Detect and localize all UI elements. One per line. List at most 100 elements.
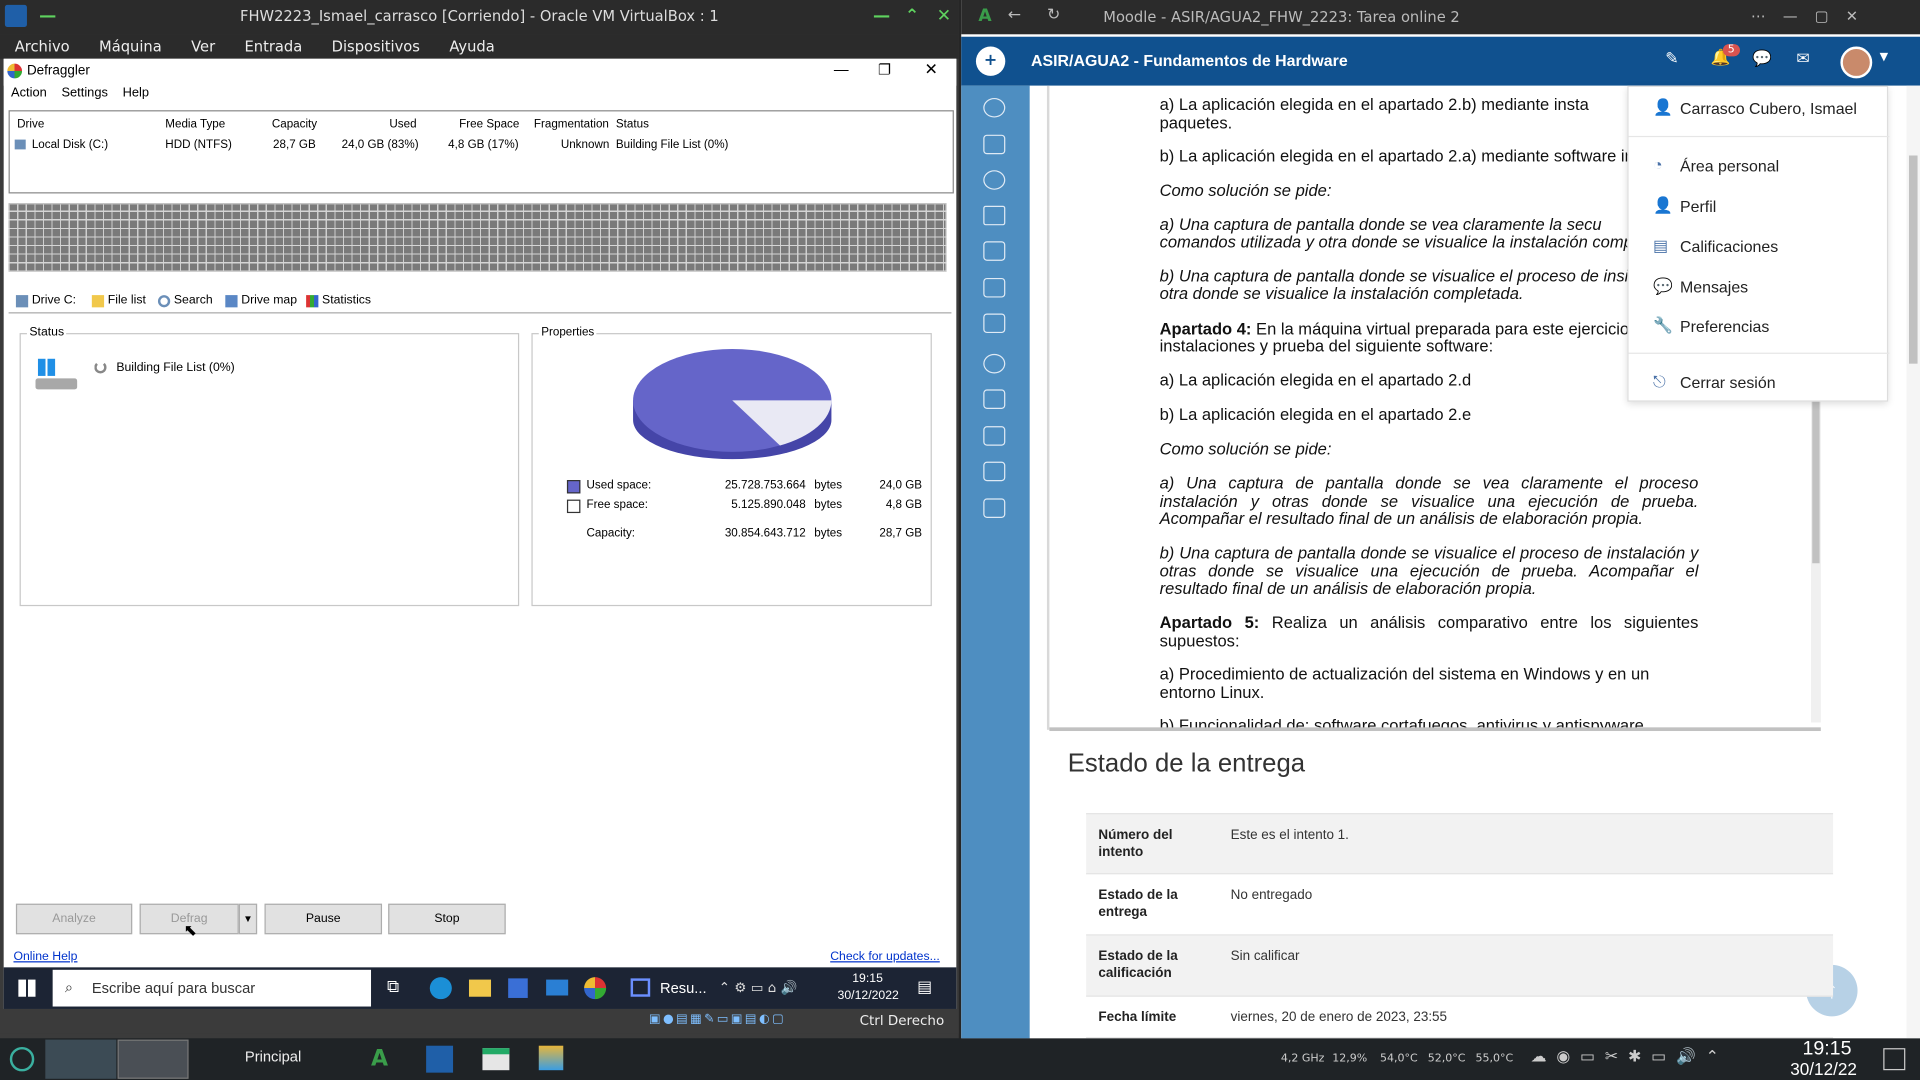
menu-help[interactable]: Help [123, 86, 149, 106]
folder-icon[interactable] [983, 313, 1006, 334]
course-title[interactable]: ASIR/AGUA2 - Fundamentos de Hardware [1031, 51, 1348, 69]
menu-maquina[interactable]: Máquina [99, 38, 162, 55]
menu-settings[interactable]: Settings [61, 86, 107, 106]
menu-launcher-icon[interactable] [9, 1046, 35, 1072]
browser-titlebar: A ← ↻ Moodle - ASIR/AGUA2_FHW_2223: Tare… [961, 0, 1920, 35]
close-icon[interactable]: ✕ [937, 6, 951, 26]
files-icon[interactable] [983, 498, 1006, 518]
online-help-link[interactable]: Online Help [13, 950, 77, 963]
tab-file-list[interactable]: File list [91, 294, 146, 307]
logout-icon: ⎋ [1653, 372, 1666, 391]
chevron-down-icon[interactable]: ▼ [1880, 51, 1888, 63]
back-icon[interactable]: ← [1008, 6, 1021, 24]
show-desktop-icon[interactable] [1883, 1048, 1906, 1071]
text-p8: b) La aplicación elegida en el apartado … [1159, 405, 1472, 424]
tab-statistics[interactable]: Statistics [306, 294, 371, 307]
task-app-label[interactable]: Resu... [660, 980, 707, 997]
taskview-icon[interactable]: ⧉ [387, 977, 399, 997]
chat-icon[interactable]: 💬 [1752, 50, 1772, 68]
tab-drive-map[interactable]: Drive map [225, 294, 297, 307]
text-p1b: paquetes. [1159, 113, 1233, 133]
pin-icon[interactable]: ✎ [1665, 50, 1678, 68]
defraggler-task-icon[interactable] [584, 977, 607, 1000]
menu-ayuda[interactable]: Ayuda [449, 38, 494, 55]
app-icon-window[interactable] [482, 1048, 510, 1071]
text-p6b: instalaciones y prueba del siguiente sof… [1159, 336, 1494, 356]
menu-preferencias[interactable]: Preferencias [1680, 317, 1769, 335]
calendar-icon[interactable] [983, 426, 1006, 446]
avatar[interactable] [1840, 46, 1873, 79]
home-icon[interactable] [983, 389, 1006, 409]
taskbar-workspace-label[interactable]: Principal [245, 1048, 301, 1065]
reload-icon[interactable]: ↻ [1047, 6, 1060, 24]
win-close-icon[interactable]: ✕ [924, 60, 937, 80]
workspace-preview-2[interactable] [117, 1039, 189, 1079]
graduation-icon[interactable] [983, 461, 1006, 482]
vbox-menubar: Archivo Máquina Ver Entrada Dispositivos… [0, 34, 959, 59]
user-name-item[interactable]: Carrasco Cubero, Ismael [1680, 99, 1857, 117]
col-drive[interactable]: Drive [17, 118, 44, 131]
col-capacity[interactable]: Capacity [272, 118, 317, 131]
workspace-preview-1[interactable] [45, 1039, 117, 1079]
book-icon[interactable] [983, 241, 1006, 261]
win-restore-icon[interactable]: ❐ [878, 61, 891, 78]
store-icon[interactable] [508, 978, 528, 998]
drive-row[interactable]: Local Disk (C:) HDD (NTFS) 28,7 GB 24,0 … [10, 136, 953, 153]
col-media-type[interactable]: Media Type [165, 118, 225, 131]
defrag-dropdown-button[interactable]: ▼ [238, 903, 258, 935]
analyze-button[interactable]: Analyze [15, 903, 133, 935]
minimize-icon[interactable]: — [873, 6, 890, 26]
explorer-icon[interactable] [468, 979, 492, 997]
cell-frag: Unknown [560, 138, 610, 152]
win-clock-time: 19:15 [852, 972, 883, 986]
page-scrollbar[interactable] [1906, 85, 1920, 1039]
window-controls[interactable]: ⋯—▢✕ [1751, 7, 1875, 24]
tray-icons[interactable]: ⌃ ⚙ ▭ ⌂ 🔊 [719, 980, 798, 996]
check-updates-link[interactable]: Check for updates... [830, 950, 940, 963]
tab-drive-c[interactable]: Drive C: [15, 294, 76, 307]
edge-icon[interactable] [429, 977, 452, 1000]
menu-archivo[interactable]: Archivo [15, 38, 70, 55]
col-used[interactable]: Used [389, 118, 416, 131]
search-box[interactable]: ⌕ Escribe aquí para buscar [52, 969, 372, 1007]
menu-cerrar-sesion[interactable]: Cerrar sesión [1680, 373, 1776, 391]
win-minimize-icon[interactable]: — [834, 61, 849, 78]
text-p4b: comandos utilizada y otra donde se visua… [1159, 232, 1646, 252]
stop-button[interactable]: Stop [388, 903, 506, 935]
col-free-space[interactable]: Free Space [459, 118, 519, 131]
pause-button[interactable]: Pause [264, 903, 383, 935]
folder-icon[interactable] [983, 134, 1006, 155]
col-status[interactable]: Status [616, 118, 649, 131]
windows-start-icon[interactable] [18, 979, 36, 997]
free-bytes: 5.125.890.048 [731, 498, 806, 512]
cell-capacity: 28,7 GB [273, 138, 316, 152]
word-task-icon[interactable] [630, 978, 651, 997]
envelope-icon[interactable]: ✉ [1796, 50, 1809, 68]
mail-icon[interactable] [546, 979, 569, 996]
menu-area-personal[interactable]: Área personal [1680, 157, 1779, 175]
maximize-icon[interactable]: ⌃ [905, 6, 919, 26]
apartado4-heading: Apartado 4: [1159, 319, 1252, 338]
row-label: Estado de la entrega [1098, 887, 1178, 920]
tab-search[interactable]: Search [157, 294, 213, 307]
menu-dispositivos[interactable]: Dispositivos [332, 38, 420, 55]
menu-mensajes[interactable]: Mensajes [1680, 278, 1748, 296]
app-icon-vbox[interactable] [426, 1045, 454, 1073]
clock-icon[interactable] [983, 97, 1006, 118]
menu-entrada[interactable]: Entrada [245, 38, 303, 55]
menu-action[interactable]: Action [11, 86, 47, 106]
dashboard-icon[interactable] [983, 353, 1006, 374]
tray-icons[interactable]: ☁◉▭✂✱▭🔊⌃ [1531, 1048, 1729, 1066]
app-icon-layers[interactable] [538, 1045, 564, 1071]
folder-icon[interactable] [983, 277, 1006, 298]
menu-calificaciones[interactable]: Calificaciones [1680, 238, 1778, 256]
col-fragmentation[interactable]: Fragmentation [534, 118, 609, 131]
star-icon[interactable] [983, 205, 1006, 226]
users-icon[interactable] [983, 170, 1006, 190]
menu-perfil[interactable]: Perfil [1680, 197, 1716, 215]
menu-ver[interactable]: Ver [191, 38, 215, 55]
add-icon[interactable]: + [975, 46, 1006, 76]
notification-icon[interactable]: ▤ [917, 978, 932, 996]
app-icon-a[interactable]: A [371, 1046, 388, 1072]
pin-icon[interactable]: — [39, 6, 56, 26]
